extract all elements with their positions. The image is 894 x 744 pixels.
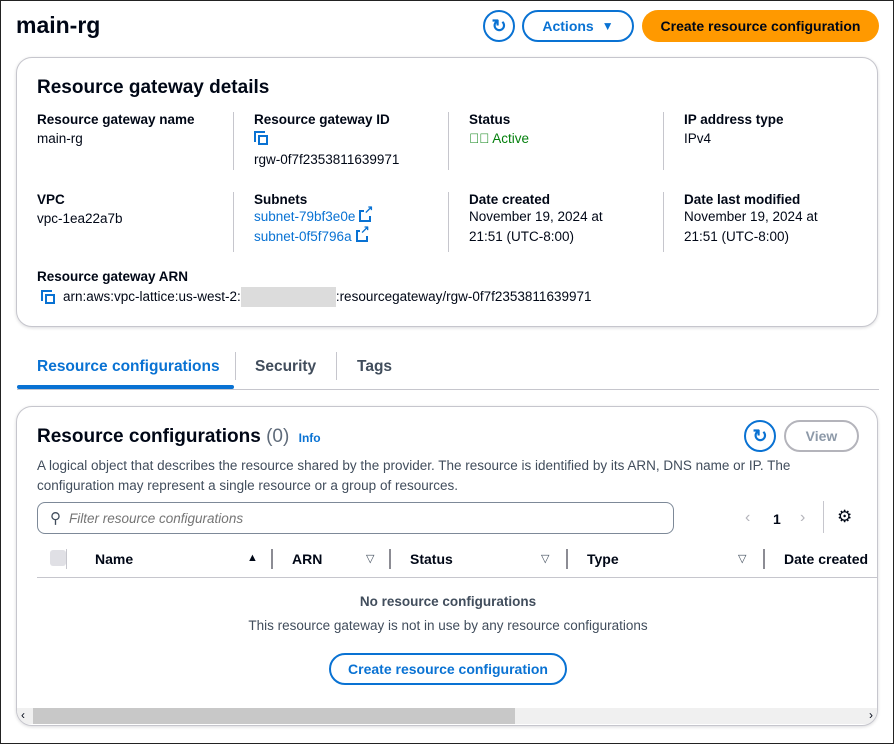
label: Resource gateway ARN	[37, 269, 189, 284]
column-divider[interactable]	[566, 549, 568, 569]
tab-security[interactable]: Security	[255, 358, 316, 376]
label: Date last modified	[684, 192, 801, 207]
value: rgw-0f7f2353811639971	[254, 152, 400, 167]
divider	[823, 501, 824, 533]
search-icon: ⚲	[50, 510, 61, 527]
label: Subnets	[254, 192, 308, 207]
configs-description: A logical object that describes the reso…	[37, 458, 791, 493]
sort-icon[interactable]: ▽	[738, 552, 746, 565]
label: Resource gateway ID	[254, 112, 390, 127]
label: Status	[469, 112, 511, 127]
external-link-icon	[355, 224, 370, 242]
status-badge: ✓⃝ Active	[469, 129, 529, 149]
table-header-divider	[37, 577, 877, 578]
configs-count: (0)	[266, 426, 290, 447]
copy-icon[interactable]	[41, 290, 55, 304]
actions-label: Actions	[542, 18, 594, 34]
page-number[interactable]: 1	[773, 511, 781, 527]
create-resource-configuration-button[interactable]: Create resource configuration	[642, 10, 879, 42]
field-arn: Resource gateway ARN arn:aws:vpc-lattice…	[37, 269, 592, 307]
filter-input[interactable]: ⚲	[37, 502, 674, 534]
configs-heading: Resource configurations (0) Info	[37, 426, 321, 448]
subnet-text: subnet-0f5f796a	[254, 229, 352, 244]
field-status: Status ✓⃝ Active	[448, 112, 529, 170]
sort-icon[interactable]: ▽	[366, 552, 374, 565]
external-link-icon	[359, 204, 374, 222]
tab-divider	[336, 352, 337, 380]
label: VPC	[37, 192, 65, 207]
settings-gear-icon[interactable]: ⚙	[837, 507, 852, 527]
redacted-account-id	[240, 287, 336, 307]
tab-divider	[235, 352, 236, 380]
column-divider	[66, 549, 67, 569]
info-link[interactable]: Info	[299, 431, 321, 445]
value: November 19, 2024 at	[684, 209, 818, 224]
empty-title: No resource configurations	[359, 594, 537, 609]
value: 21:51 (UTC-8:00)	[469, 229, 575, 244]
field-subnets: Subnets subnet-79bf3e0e subnet-0f5f796a	[233, 192, 374, 252]
refresh-configs-button[interactable]: ↻	[744, 420, 776, 452]
column-divider[interactable]	[271, 549, 273, 569]
arn-prefix: arn:aws:vpc-lattice:us-west-2:	[63, 289, 241, 304]
configs-title: Resource configurations	[37, 426, 261, 447]
create-resource-configuration-empty-button[interactable]: Create resource configuration	[329, 653, 567, 685]
filter-text[interactable]	[69, 510, 629, 526]
column-divider[interactable]	[763, 549, 765, 569]
arn-suffix: :resourcegateway/rgw-0f7f2353811639971	[335, 289, 592, 304]
horizontal-scrollbar[interactable]: ‹ ›	[17, 708, 877, 724]
select-all-checkbox[interactable]	[50, 550, 66, 566]
scroll-left-icon[interactable]: ‹	[21, 708, 25, 722]
value: vpc-1ea22a7b	[37, 211, 123, 226]
label: Date created	[469, 192, 551, 207]
copy-icon[interactable]	[254, 131, 399, 150]
empty-text: This resource gateway is not in use by a…	[248, 618, 648, 633]
column-name[interactable]: Name	[95, 551, 133, 567]
subnet-link[interactable]: subnet-79bf3e0e	[254, 204, 374, 227]
field-vpc: VPC vpc-1ea22a7b	[37, 192, 123, 252]
view-button[interactable]: View	[784, 420, 859, 452]
label: Resource gateway name	[37, 112, 195, 127]
prev-page-icon[interactable]: ‹	[745, 509, 750, 527]
value: main-rg	[37, 131, 83, 146]
caret-down-icon: ▼	[601, 19, 614, 33]
actions-button[interactable]: Actions ▼	[522, 10, 634, 42]
label: IP address type	[684, 112, 784, 127]
value: 21:51 (UTC-8:00)	[684, 229, 790, 244]
subnet-link[interactable]: subnet-0f5f796a	[254, 224, 371, 247]
refresh-icon: ↻	[752, 425, 768, 446]
scroll-right-icon[interactable]: ›	[869, 708, 873, 722]
column-arn[interactable]: ARN	[292, 551, 322, 567]
value: November 19, 2024 at	[469, 209, 603, 224]
subnet-text: subnet-79bf3e0e	[254, 209, 356, 224]
column-type[interactable]: Type	[587, 551, 619, 567]
column-status[interactable]: Status	[410, 551, 453, 567]
column-divider[interactable]	[389, 549, 391, 569]
next-page-icon[interactable]: ›	[800, 509, 805, 527]
details-card: Resource gateway details Resource gatewa…	[16, 57, 878, 327]
tab-tags[interactable]: Tags	[357, 358, 392, 376]
tabs-divider	[17, 389, 879, 390]
value: IPv4	[684, 131, 712, 146]
sort-icon[interactable]: ▽	[541, 552, 549, 565]
details-title: Resource gateway details	[37, 77, 270, 98]
page-title: main-rg	[16, 12, 101, 38]
column-date-created[interactable]: Date created	[784, 551, 868, 567]
field-date-modified: Date last modified November 19, 2024 at …	[663, 192, 818, 252]
refresh-icon: ↻	[491, 15, 507, 36]
status-value: Active	[492, 131, 530, 146]
field-id: Resource gateway ID rgw-0f7f235381163997…	[233, 112, 399, 170]
refresh-button[interactable]: ↻	[483, 10, 515, 42]
check-circle-icon: ✓⃝	[469, 131, 490, 146]
scrollbar-thumb[interactable]	[33, 708, 515, 724]
field-name: Resource gateway name main-rg	[37, 112, 195, 170]
tab-resource-configurations[interactable]: Resource configurations	[37, 358, 220, 376]
field-ip-type: IP address type IPv4	[663, 112, 784, 170]
sort-ascending-icon[interactable]: ▲	[247, 552, 258, 564]
field-date-created: Date created November 19, 2024 at 21:51 …	[448, 192, 603, 252]
